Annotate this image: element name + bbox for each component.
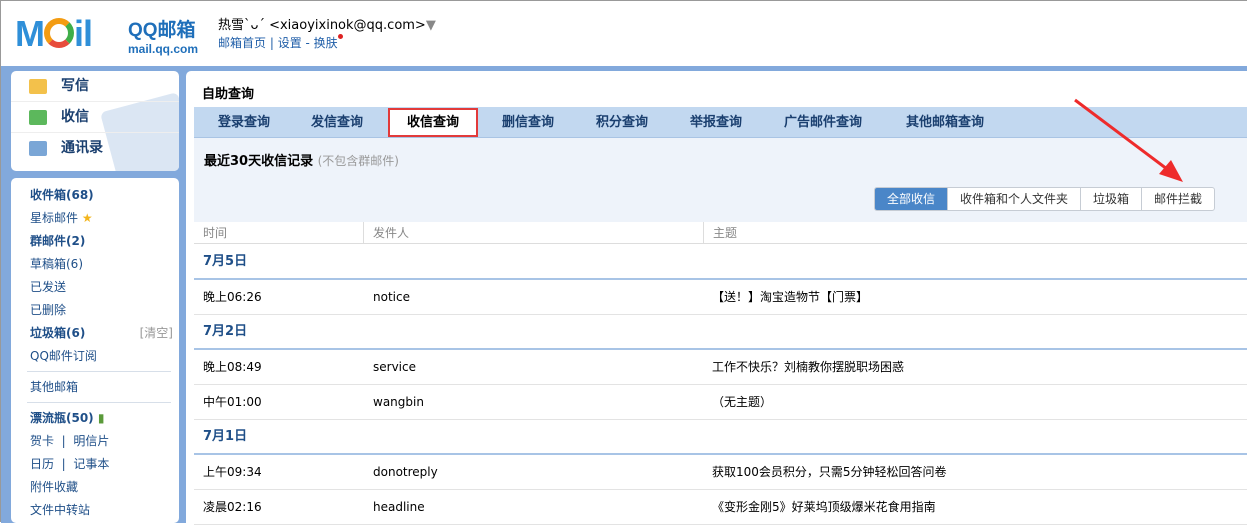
folder-starred[interactable]: 星标邮件 ★ [30,207,179,230]
notes-link[interactable]: 记事本 [73,457,109,471]
receive-records-header: 最近30天收信记录 (不包含群邮件) 全部收信 收件箱和个人文件夹 垃圾箱 邮件… [194,138,1247,231]
table-row[interactable]: 晚上08:49 service 工作不快乐？刘楠教你摆脱职场困惑 [194,350,1247,385]
folder-bottle[interactable]: 漂流瓶(50) ▮ [30,407,179,430]
cell-subject: 获取100会员积分，只需5分钟轻松回答问卷 [712,465,947,479]
brand-name: QQ邮箱 [128,20,196,41]
clear-spam-link[interactable]: [清空] [140,322,173,345]
date-group-header: 7月5日 [194,245,1247,280]
tab-other-mail[interactable]: 其他邮箱查询 [906,107,984,138]
tab-ads[interactable]: 广告邮件查询 [784,107,862,138]
folder-group[interactable]: 群邮件(2) [30,230,179,253]
main-panel: 自助查询 登录查询 发信查询 收信查询 删信查询 积分查询 举报查询 广告邮件查… [186,71,1247,525]
compose-panel: 写信 收信 通讯录 [11,71,179,171]
cell-sender: notice [373,290,410,304]
table-row[interactable]: 凌晨02:16 headline 《变形金刚5》好莱坞顶级爆米花食用指南 [194,490,1247,525]
date-group-header: 7月1日 [194,420,1247,455]
starred-label: 星标邮件 [30,211,79,225]
tab-receive[interactable]: 收信查询 [388,108,479,137]
col-subject: 主题 [713,226,738,240]
table-row[interactable]: 上午09:34 donotreply 获取100会员积分，只需5分钟轻松回答问卷 [194,455,1247,490]
cell-time: 晚上08:49 [203,360,262,374]
filter-inbox-folders[interactable]: 收件箱和个人文件夹 [947,188,1080,210]
records-table: 7月5日 晚上06:26 notice 【送！】淘宝造物节【门票】 7月2日 晚上08:4… [194,245,1247,525]
cell-subject: 【送！】淘宝造物节【门票】 [712,290,869,304]
folder-inbox[interactable]: 收件箱(68) [30,184,179,207]
divider [27,371,171,372]
folder-sent[interactable]: 已发送 [30,276,179,299]
tab-send[interactable]: 发信查询 [311,107,363,138]
tab-login[interactable]: 登录查询 [218,107,270,138]
contact-card-icon [29,141,47,156]
write-label: 写信 [61,78,89,94]
folder-drafts[interactable]: 草稿箱(6) [30,253,179,276]
cell-time: 上午09:34 [203,465,262,479]
date-group-header: 7月2日 [194,315,1247,350]
card-link[interactable]: 贺卡 [30,434,54,448]
filter-spam[interactable]: 垃圾箱 [1080,188,1141,210]
table-header: 时间 发件人 主题 [194,222,1247,244]
skin-link[interactable]: 换肤 [314,36,338,50]
cell-sender: wangbin [373,395,424,409]
pencil-icon [29,79,47,94]
receive-button[interactable]: 收信 [11,102,179,133]
brand-url: mail.qq.com [128,42,199,56]
header: Mil QQ邮箱 mail.qq.com 热雪`ᴗ´ <xiaoyixinok@q… [1,1,1247,66]
page-title: 自助查询 [202,87,255,102]
records-title: 最近30天收信记录 (不包含群邮件) [204,150,399,169]
calendar-links: 日历 | 记事本 [30,457,110,471]
download-icon [29,110,47,125]
filter-group: 全部收信 收件箱和个人文件夹 垃圾箱 邮件拦截 [874,187,1216,211]
cell-subject: 工作不快乐？刘楠教你摆脱职场困惑 [712,360,905,374]
tab-points[interactable]: 积分查询 [596,107,648,138]
folder-spam[interactable]: 垃圾箱(6) [清空] [30,322,179,345]
cell-subject: 《变形金刚5》好莱坞顶级爆米花食用指南 [712,500,936,514]
divider [27,402,171,403]
table-row[interactable]: 中午01:00 wangbin （无主题） [194,385,1247,420]
folder-attachments[interactable]: 附件收藏 [30,476,179,499]
contacts-label: 通讯录 [61,140,103,156]
folder-transfer[interactable]: 文件中转站 [30,499,179,522]
table-row[interactable]: 晚上06:26 notice 【送！】淘宝造物节【门票】 [194,280,1247,315]
bottle-label: 漂流瓶(50) [30,411,94,425]
contacts-button[interactable]: 通讯录 [11,133,179,164]
col-sender: 发件人 [364,222,704,244]
cell-sender: headline [373,500,425,514]
folder-subscribe[interactable]: QQ邮件订阅 [30,345,179,368]
header-links: 邮箱首页 | 设置 - 换肤 [218,34,343,51]
cell-time: 中午01:00 [203,395,262,409]
receive-label: 收信 [61,109,89,125]
cell-time: 晚上06:26 [203,290,262,304]
tab-report[interactable]: 举报查询 [690,107,742,138]
tab-delete[interactable]: 删信查询 [502,107,554,138]
notification-dot [337,34,343,39]
card-links: 贺卡 | 明信片 [30,434,110,448]
home-link[interactable]: 邮箱首页 [218,36,266,50]
spam-label: 垃圾箱(6) [30,326,86,340]
folder-other[interactable]: 其他邮箱 [30,376,179,399]
user-account[interactable]: 热雪`ᴗ´ <xiaoyixinok@qq.com>▼ [218,14,436,33]
query-tabs: 登录查询 发信查询 收信查询 删信查询 积分查询 举报查询 广告邮件查询 其他邮… [194,107,1247,138]
folder-list: 收件箱(68) 星标邮件 ★ 群邮件(2) 草稿箱(6) 已发送 已删除 垃圾箱… [11,178,179,523]
calendar-link[interactable]: 日历 [30,457,54,471]
star-icon: ★ [81,211,93,225]
brand: QQ邮箱 mail.qq.com [128,15,198,56]
records-note: (不包含群邮件) [317,154,399,168]
folder-deleted[interactable]: 已删除 [30,299,179,322]
filter-blocked[interactable]: 邮件拦截 [1141,188,1214,210]
user-name: 热雪`ᴗ´ <xiaoyixinok@qq.com> [218,18,426,33]
cell-sender: donotreply [373,465,438,479]
cell-sender: service [373,360,416,374]
bottle-icon: ▮ [97,411,105,425]
write-button[interactable]: 写信 [11,71,179,102]
cell-subject: （无主题） [712,395,773,409]
settings-link[interactable]: 设置 [278,36,302,50]
records-title-text: 最近30天收信记录 [204,154,314,169]
postcard-link[interactable]: 明信片 [73,434,109,448]
cell-time: 凌晨02:16 [203,500,262,514]
qq-mail-logo[interactable]: Mil [15,13,93,55]
filter-all[interactable]: 全部收信 [875,188,948,210]
col-time: 时间 [194,222,364,244]
chevron-down-icon[interactable]: ▼ [426,18,436,33]
